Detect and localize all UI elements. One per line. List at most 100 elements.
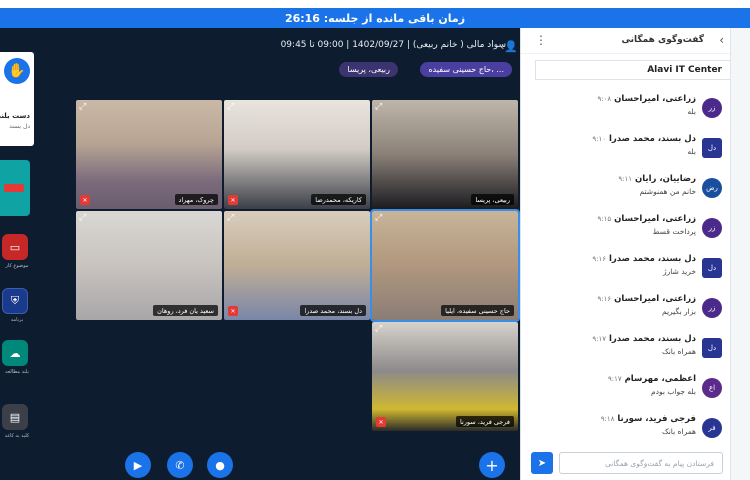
left-apps-panel: ✋ دست بلند دل بسند ▭ موضوع کار ⛨ برنامه … — [0, 28, 38, 480]
avatar: اع — [702, 378, 722, 398]
chat-message: زر ۹:۰۸ زراعتی، امیراحسان بله — [532, 92, 722, 128]
sender-name-text: دل بسند، محمد صدرا — [609, 254, 696, 264]
participant-name: فرجی فرید، سورنا — [455, 416, 514, 427]
cloud-icon[interactable]: ☁ — [2, 340, 28, 366]
chat-message: فر ۹:۱۸ فرجی فرید، سورنا همراه بانک — [532, 412, 722, 448]
participant-name: دل بسند، محمد صدرا — [300, 305, 366, 316]
expand-icon[interactable]: ⤢ — [79, 213, 90, 224]
chat-title: گفت‌وگوی همگانی — [621, 35, 704, 45]
message-time: ۹:۱۶ — [597, 295, 612, 303]
top-strip — [0, 0, 750, 8]
video-tile[interactable]: ⤢ ✕ چروک، مهراد — [76, 100, 222, 209]
sender-name: ۹:۱۰ دل بسند، محمد صدرا — [588, 134, 696, 144]
chat-header: ⋮ گفت‌وگوی همگانی ‹ — [521, 28, 730, 54]
sender-name: ۹:۰۸ زراعتی، امیراحسان — [594, 94, 696, 104]
raise-hand-card[interactable]: ✋ دست بلند دل بسند — [0, 52, 34, 146]
expand-icon[interactable]: ⤢ — [227, 213, 238, 224]
sender-name-text: زراعتی، امیراحسان — [614, 94, 696, 104]
speaker-name: حاج حسینی سفیده، ... — [428, 65, 504, 74]
sender-name-text: زراعتی، امیراحسان — [614, 294, 696, 304]
sender-name: ۹:۱۷ اعظمی، مهرسام — [604, 374, 696, 384]
doc-icon[interactable]: ▤ — [2, 404, 28, 430]
message-text: بزار بگیریم — [661, 307, 696, 316]
expand-icon[interactable]: ⤢ — [375, 324, 386, 335]
video-tile[interactable]: ⤢ ✕ فرجی فرید، سورنا — [372, 322, 518, 431]
message-time: ۹:۱۷ — [607, 375, 622, 383]
message-time: ۹:۱۰ — [592, 135, 607, 143]
speaker-chip[interactable]: ربیعی، پریسا — [339, 62, 398, 77]
side-app-label: موضوع کار — [5, 263, 29, 269]
message-time: ۹:۱۵ — [597, 215, 612, 223]
chat-message: دل ۹:۱۶ دل بسند، محمد صدرا خرید شارژ — [532, 252, 722, 288]
expand-icon[interactable]: ⤢ — [79, 102, 90, 113]
sender-name: ۹:۱۶ دل بسند، محمد صدرا — [588, 254, 696, 264]
sender-name: ۹:۱۶ زراعتی، امیراحسان — [594, 294, 696, 304]
sender-name: ۹:۱۵ زراعتی، امیراحسان — [594, 214, 696, 224]
sender-name-text: دل بسند، محمد صدرا — [609, 134, 696, 144]
participant-name: سعید یان فرد، روهان — [153, 305, 218, 316]
participants-icon[interactable]: ‹👤 — [500, 38, 518, 54]
more-icon[interactable]: ⋮ — [535, 33, 547, 47]
avatar: زر — [702, 98, 722, 118]
pinned-message: Alavi IT Center — [535, 60, 731, 80]
close-icon[interactable]: ‹ — [719, 33, 724, 47]
sender-name: ۹:۱۷ دل بسند، محمد صدرا — [588, 334, 696, 344]
message-time: ۹:۱۱ — [618, 175, 632, 183]
avatar: دل — [702, 338, 722, 358]
participant-name: حاج حسینی سفیده، ایلیا — [441, 305, 514, 316]
app-preview-thumbnail[interactable] — [0, 160, 30, 216]
video-tile[interactable]: ⤢ ✕ دل بسند، محمد صدرا — [224, 211, 370, 320]
sender-name-text: اعظمی، مهرسام — [624, 374, 696, 384]
message-text: خانم من همنوشتم — [639, 187, 696, 196]
message-text: خرید شارژ — [663, 267, 696, 276]
mic-off-icon: ✕ — [228, 306, 238, 316]
meeting-info: سواد مالی ( خانم ربیعی) | 1402/09/27 | 0… — [280, 40, 506, 50]
message-text: همراه بانک — [662, 347, 696, 356]
mic-icon[interactable]: ● — [207, 452, 233, 478]
expand-icon[interactable]: ⤢ — [375, 102, 386, 113]
side-app-label: بلند مطالعه — [5, 369, 29, 375]
expand-icon[interactable]: ⤢ — [227, 102, 238, 113]
message-time: ۹:۰۸ — [597, 95, 612, 103]
phone-icon[interactable]: ✆ — [167, 452, 193, 478]
chat-message-input[interactable]: فرستادن پیام به گفت‌وگوی همگانی — [559, 452, 723, 474]
message-time: ۹:۱۷ — [592, 335, 607, 343]
video-tile[interactable]: ⤢ ربیعی، پریسا — [372, 100, 518, 209]
chat-message: اع ۹:۱۷ اعظمی، مهرسام بله جواب بودم — [532, 372, 722, 408]
message-text: پرداخت قسط — [652, 227, 696, 236]
avatar: زر — [702, 218, 722, 238]
sender-name-text: زراعتی، امیراحسان — [614, 214, 696, 224]
video-tile[interactable]: ⤢ سعید یان فرد، روهان — [76, 211, 222, 320]
camera-icon[interactable]: ▶ — [125, 452, 151, 478]
right-edge-panel — [730, 28, 750, 480]
avatar: دل — [702, 138, 722, 158]
participant-name: ربیعی، پریسا — [471, 194, 514, 205]
message-time: ۹:۱۶ — [592, 255, 607, 263]
chat-message: دل ۹:۱۰ دل بسند، محمد صدرا بله — [532, 132, 722, 168]
video-tile[interactable]: ⤢ ✕ کاریکه، محمدرضا — [224, 100, 370, 209]
avatar: فر — [702, 418, 722, 438]
chat-message: زر ۹:۱۶ زراعتی، امیراحسان بزار بگیریم — [532, 292, 722, 328]
message-text: بله — [687, 107, 696, 116]
chat-message: زر ۹:۱۵ زراعتی، امیراحسان پرداخت قسط — [532, 212, 722, 248]
slides-icon[interactable]: ▭ — [2, 234, 28, 260]
participant-name: چروک، مهراد — [174, 194, 218, 205]
message-time: ۹:۱۸ — [600, 415, 615, 423]
video-tile-active[interactable]: ⤢ حاج حسینی سفیده، ایلیا — [370, 209, 520, 322]
hand-title: دست بلند — [0, 112, 30, 120]
sender-name-text: دل بسند، محمد صدرا — [609, 334, 696, 344]
mic-off-icon: ✕ — [228, 195, 238, 205]
message-text: همراه بانک — [662, 427, 696, 436]
shield-icon[interactable]: ⛨ — [2, 288, 28, 314]
send-icon[interactable]: ➤ — [531, 452, 553, 474]
speaker-chip[interactable]: حاج حسینی سفیده، ... — [420, 62, 512, 77]
sender-name: ۹:۱۸ فرجی فرید، سورنا — [597, 414, 696, 424]
hand-icon: ✋ — [4, 58, 30, 84]
plus-icon[interactable]: + — [479, 452, 505, 478]
session-timer: زمان باقی مانده از جلسه: 26:16 — [0, 8, 750, 28]
message-text: بله — [687, 147, 696, 156]
mic-off-icon: ✕ — [376, 417, 386, 427]
expand-icon[interactable]: ⤢ — [375, 213, 386, 224]
hand-subtitle: دل بسند — [9, 123, 30, 130]
side-app-label: کلید به کاغذ — [4, 433, 30, 439]
